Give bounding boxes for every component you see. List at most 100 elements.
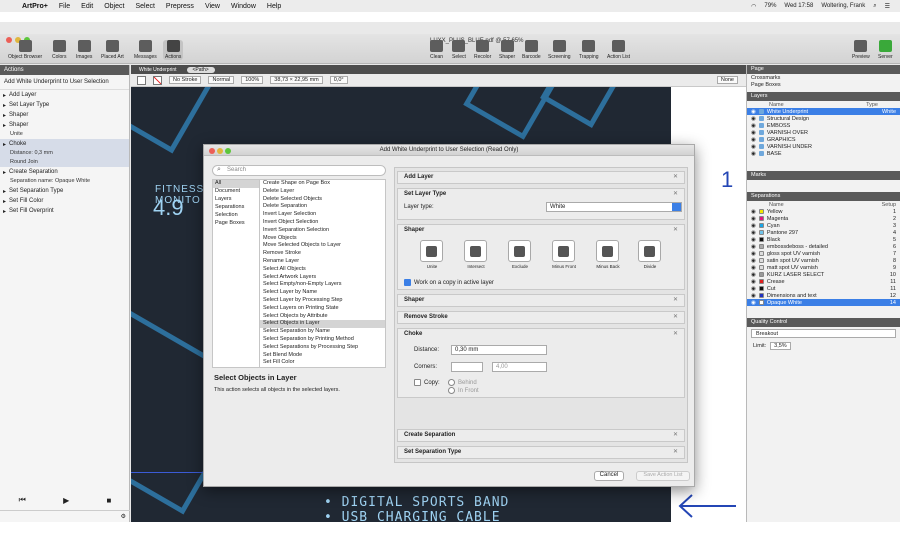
- preview-button[interactable]: Preview: [852, 40, 870, 60]
- category-item[interactable]: Document: [213, 188, 259, 196]
- visibility-eye-icon[interactable]: ◉: [751, 265, 756, 271]
- layer-row[interactable]: ◉ White Underprint White: [747, 108, 900, 115]
- menu-file[interactable]: File: [59, 3, 70, 10]
- remove-step-icon[interactable]: ✕: [673, 330, 678, 337]
- page-row[interactable]: Page Boxes: [747, 81, 900, 88]
- corner-limit-field[interactable]: 4,00: [492, 362, 547, 372]
- action-list-button[interactable]: Action List: [607, 40, 630, 60]
- disclosure-triangle-icon[interactable]: ▸: [3, 208, 6, 215]
- action-catalog-item[interactable]: Select Objects in Layer: [260, 320, 385, 329]
- barcode-button[interactable]: Barcode: [522, 40, 541, 60]
- limit-field[interactable]: 3,5%: [770, 342, 791, 350]
- action-catalog-item[interactable]: Select Empty/non-Empty Layers: [260, 281, 385, 289]
- shaper-minus-back-button[interactable]: Minus Back: [596, 240, 620, 269]
- disclosure-triangle-icon[interactable]: ▸: [3, 141, 6, 148]
- clock[interactable]: Wed 17:58: [784, 3, 813, 9]
- search-input[interactable]: ⌕ Search: [212, 165, 386, 176]
- images-button[interactable]: Images: [76, 40, 92, 60]
- layer-row[interactable]: ◉ VARNISH UNDER: [747, 143, 900, 150]
- shaper-intersect-button[interactable]: Intersect: [464, 240, 488, 269]
- select-button[interactable]: Select: [452, 40, 466, 60]
- section-add-layer[interactable]: Add Layer ✕: [397, 171, 685, 184]
- menu-select[interactable]: Select: [135, 3, 154, 10]
- view-select[interactable]: None: [716, 76, 738, 84]
- cancel-button[interactable]: Cancel: [594, 471, 624, 481]
- disclosure-triangle-icon[interactable]: ▸: [3, 198, 6, 205]
- remove-step-icon[interactable]: ✕: [673, 431, 678, 438]
- disclosure-triangle-icon[interactable]: ▸: [3, 112, 6, 119]
- distance-field[interactable]: 0,30 mm: [451, 345, 547, 355]
- action-list-title[interactable]: Add White Underprint to User Selection: [0, 75, 129, 90]
- visibility-eye-icon[interactable]: ◉: [751, 279, 756, 285]
- visibility-eye-icon[interactable]: ◉: [751, 130, 756, 136]
- corner-type-selector[interactable]: [451, 362, 483, 372]
- stroke-swatch[interactable]: [153, 75, 162, 85]
- visibility-eye-icon[interactable]: ◉: [751, 216, 756, 222]
- visibility-eye-icon[interactable]: ◉: [751, 286, 756, 292]
- action-catalog-item[interactable]: Select Separation by Name: [260, 328, 385, 336]
- server-button[interactable]: Server: [878, 40, 893, 60]
- visibility-eye-icon[interactable]: ◉: [751, 109, 756, 115]
- action-catalog-item[interactable]: Move Objects: [260, 235, 385, 243]
- remove-step-icon[interactable]: ✕: [673, 226, 678, 233]
- menu-help[interactable]: Help: [267, 3, 281, 10]
- visibility-eye-icon[interactable]: ◉: [751, 223, 756, 229]
- visibility-eye-icon[interactable]: ◉: [751, 137, 756, 143]
- size-field[interactable]: 38,73 × 22,95 mm: [270, 76, 323, 84]
- action-catalog-item[interactable]: Move Selected Objects to Layer: [260, 242, 385, 250]
- visibility-eye-icon[interactable]: ◉: [751, 209, 756, 215]
- category-item[interactable]: All: [213, 180, 259, 188]
- placed-art-button[interactable]: Placed Art: [101, 40, 124, 60]
- layers-panel-header[interactable]: Layers: [747, 92, 900, 101]
- remove-step-icon[interactable]: ✕: [673, 448, 678, 455]
- separation-row[interactable]: ◉ Black 5: [747, 236, 900, 243]
- action-catalog-item[interactable]: Invert Object Selection: [260, 219, 385, 227]
- action-catalog-item[interactable]: Select All Objects: [260, 266, 385, 274]
- action-catalog-item[interactable]: Select Layer by Name: [260, 289, 385, 297]
- section-set-separation-type[interactable]: Set Separation Type ✕: [397, 446, 685, 459]
- disclosure-triangle-icon[interactable]: ▸: [3, 102, 6, 109]
- messages-button[interactable]: Messages: [134, 40, 157, 60]
- action-step[interactable]: ▸ Set Fill Overprint: [0, 206, 129, 216]
- shaper-divide-button[interactable]: Divide: [638, 240, 662, 269]
- visibility-eye-icon[interactable]: ◉: [751, 300, 756, 306]
- separation-row[interactable]: ◉ Dimensions and text 12: [747, 292, 900, 299]
- remove-step-icon[interactable]: ✕: [673, 173, 678, 180]
- remove-step-icon[interactable]: ✕: [673, 296, 678, 303]
- visibility-eye-icon[interactable]: ◉: [751, 144, 756, 150]
- action-catalog-item[interactable]: Invert Separation Selection: [260, 227, 385, 235]
- layer-row[interactable]: ◉ Structural Design: [747, 115, 900, 122]
- menu-edit[interactable]: Edit: [81, 3, 93, 10]
- shaper-exclude-button[interactable]: Exclude: [508, 240, 532, 269]
- disclosure-triangle-icon[interactable]: ▸: [3, 92, 6, 99]
- dialog-zoom-button[interactable]: [225, 148, 231, 154]
- action-catalog-item[interactable]: Select Artwork Layers: [260, 274, 385, 282]
- action-catalog-item[interactable]: Select Layers on Printing State: [260, 305, 385, 313]
- category-item[interactable]: Layers: [213, 196, 259, 204]
- action-catalog-item[interactable]: Delete Separation: [260, 203, 385, 211]
- opacity-select[interactable]: 100%: [241, 76, 264, 84]
- action-catalog-item[interactable]: Set Fill Color: [260, 359, 385, 367]
- tab-path[interactable]: <Path>: [186, 66, 215, 73]
- category-item[interactable]: Page Boxes: [213, 220, 259, 228]
- action-step[interactable]: ▸ Set Fill Color: [0, 196, 129, 206]
- fill-swatch[interactable]: [137, 75, 146, 85]
- layer-row[interactable]: ◉ EMBOSS: [747, 122, 900, 129]
- visibility-eye-icon[interactable]: ◉: [751, 237, 756, 243]
- angle-field[interactable]: 0,0°: [329, 76, 348, 84]
- action-catalog-item[interactable]: Create Shape on Page Box: [260, 180, 385, 188]
- action-catalog-item[interactable]: Remove Stroke: [260, 250, 385, 258]
- copy-checkbox[interactable]: Copy:: [414, 379, 440, 386]
- blend-mode-select[interactable]: Normal: [208, 76, 235, 84]
- action-catalog-item[interactable]: Delete Selected Objects: [260, 196, 385, 204]
- quality-check-select[interactable]: Breakout: [751, 329, 896, 338]
- action-step[interactable]: ▸ Set Separation Type: [0, 186, 129, 196]
- dialog-close-button[interactable]: [209, 148, 215, 154]
- actions-button[interactable]: Actions: [163, 40, 184, 60]
- action-step[interactable]: ▸ Shaper: [0, 120, 129, 130]
- menu-prepress[interactable]: Prepress: [166, 3, 194, 10]
- wifi-icon[interactable]: ◠: [751, 3, 756, 10]
- visibility-eye-icon[interactable]: ◉: [751, 258, 756, 264]
- remove-step-icon[interactable]: ✕: [673, 190, 678, 197]
- stop-icon[interactable]: ■: [107, 496, 112, 505]
